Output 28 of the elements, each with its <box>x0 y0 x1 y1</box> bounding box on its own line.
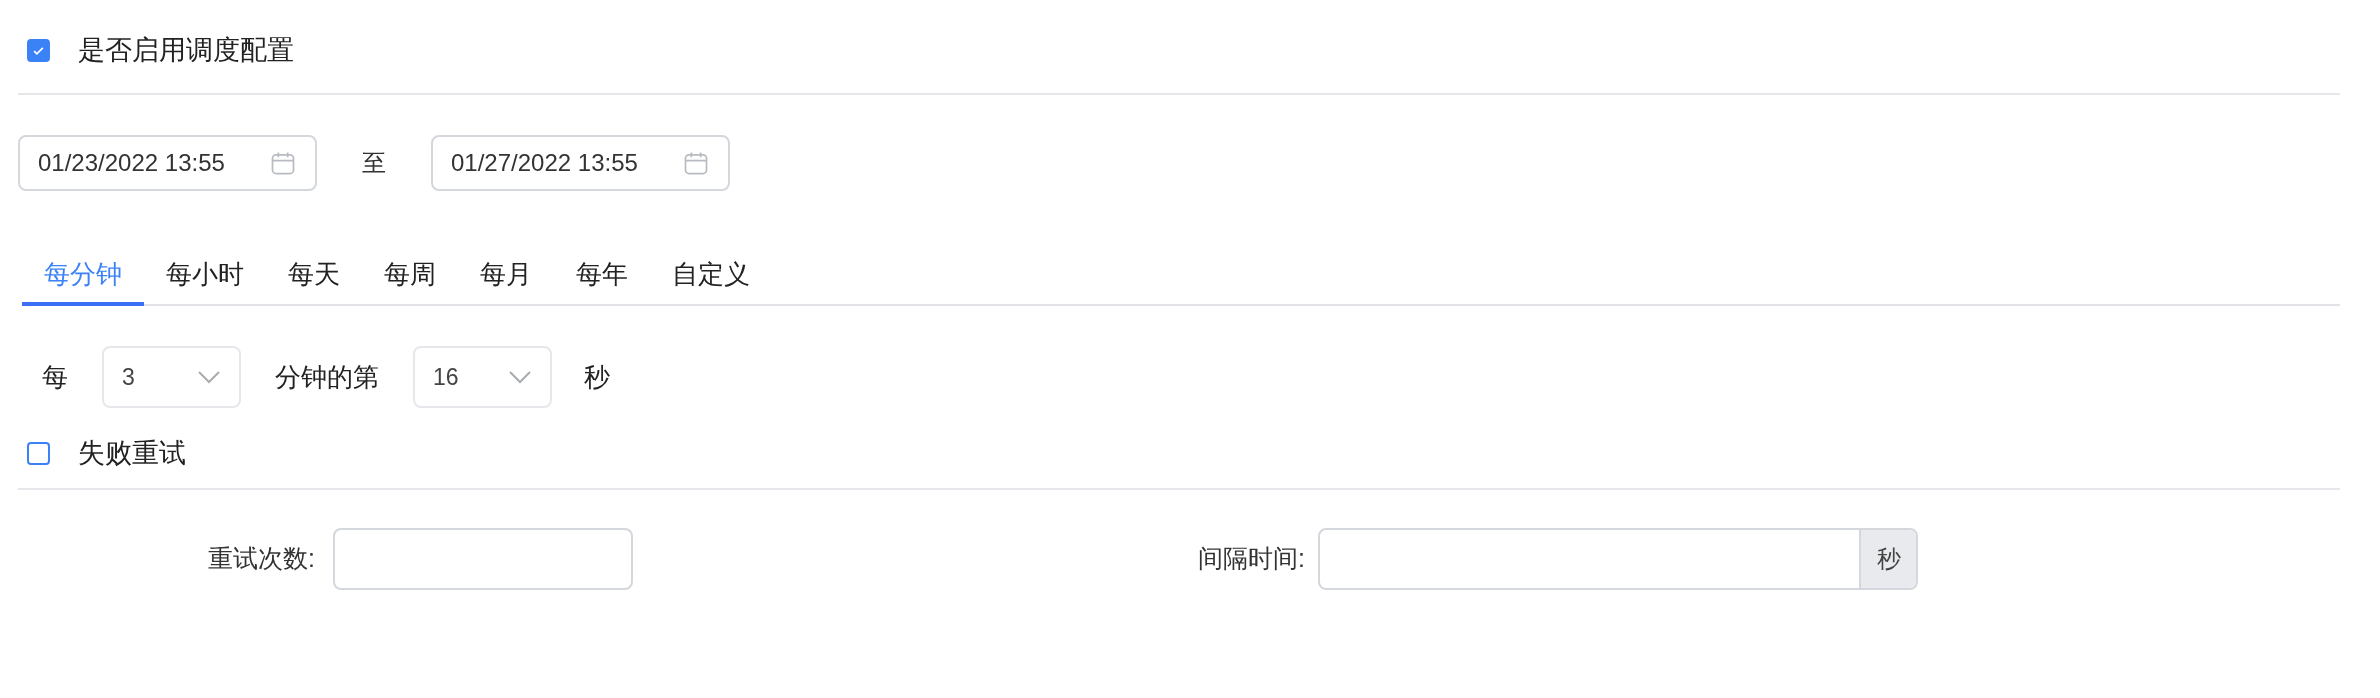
date-value: 01/23/2022 13:55 <box>38 148 225 178</box>
date-field[interactable]: 01/27/2022 13:55 <box>431 135 730 191</box>
field-label: 间隔时间: <box>1197 543 1305 575</box>
checkbox-label: 是否启用调度配置 <box>78 33 294 67</box>
checkbox-label: 失败重试 <box>78 436 186 470</box>
range-separator: 至 <box>361 148 387 178</box>
chevron-down-icon <box>197 370 221 384</box>
schedule-tab[interactable]: 每月 <box>458 246 554 306</box>
schedule-tab[interactable]: 每分钟 <box>22 246 144 306</box>
schedule-tab[interactable]: 每天 <box>266 246 362 306</box>
checkbox[interactable] <box>27 441 50 465</box>
schedule-tab[interactable]: 每小时 <box>144 246 266 306</box>
chevron-down-icon <box>508 370 532 384</box>
checkbox[interactable] <box>27 38 50 62</box>
number-select[interactable]: 16 <box>413 346 552 408</box>
interval-field[interactable]: 秒 <box>1318 528 1918 590</box>
schedule-tab[interactable]: 每周 <box>362 246 458 306</box>
row-text: 每 <box>42 360 68 394</box>
retry-count-field[interactable] <box>333 528 633 590</box>
unit-addon: 秒 <box>1859 530 1916 588</box>
date-field[interactable]: 01/23/2022 13:55 <box>18 135 317 191</box>
row-text: 秒 <box>584 360 610 394</box>
date-value: 01/27/2022 13:55 <box>451 148 638 178</box>
schedule-tab[interactable]: 每年 <box>554 246 650 306</box>
schedule-tab[interactable]: 自定义 <box>650 246 772 306</box>
field-label: 重试次数: <box>207 543 315 575</box>
number-select[interactable]: 3 <box>102 346 241 408</box>
row-text: 分钟的第 <box>275 360 379 394</box>
